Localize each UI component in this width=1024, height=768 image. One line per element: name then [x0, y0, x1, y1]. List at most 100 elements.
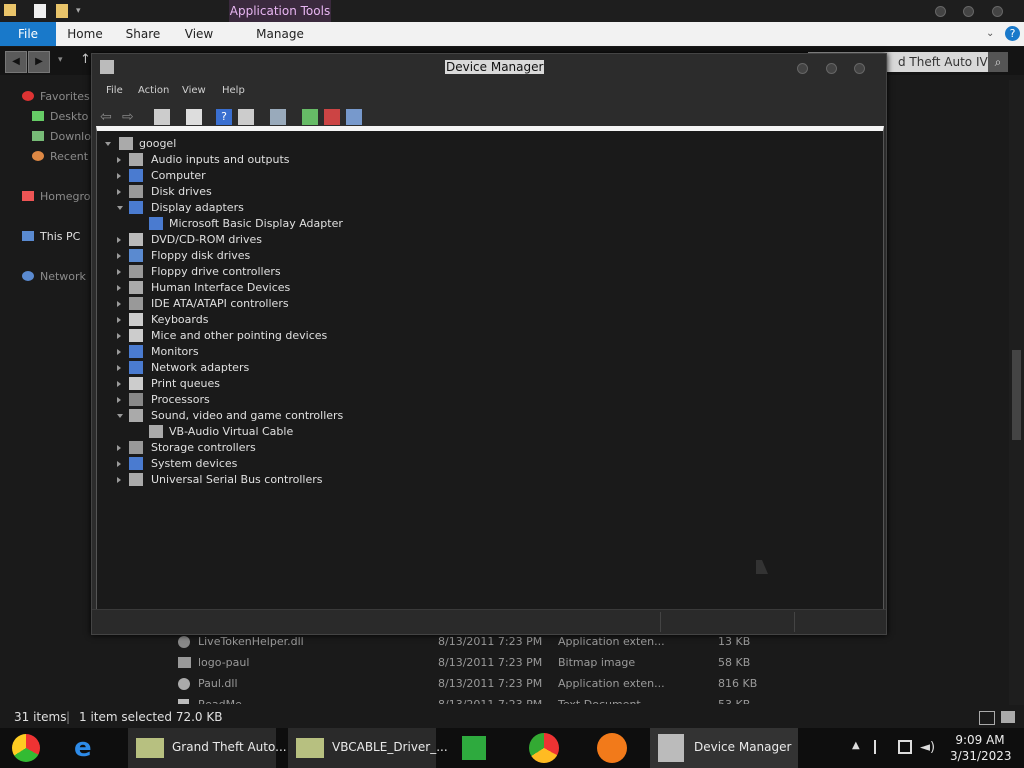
- tab-view[interactable]: View: [176, 22, 222, 46]
- help-icon[interactable]: ?: [1005, 26, 1020, 41]
- nav-item-network[interactable]: Network: [22, 270, 86, 283]
- scan-hardware-icon[interactable]: [270, 109, 286, 125]
- close-button[interactable]: [854, 63, 865, 74]
- nav-item-favorites[interactable]: Favorites: [22, 90, 90, 103]
- file-date: 8/13/2011 7:23 PM: [438, 656, 543, 669]
- ribbon-expand-icon[interactable]: ⌄: [986, 28, 994, 39]
- list-item[interactable]: logo-paul 8/13/2011 7:23 PM Bitmap image…: [170, 653, 770, 673]
- new-folder-icon[interactable]: [56, 4, 68, 18]
- nav-item-this-pc[interactable]: This PC: [22, 230, 80, 243]
- tree-category-label: Floppy disk drives: [151, 249, 251, 262]
- taskbar-item-device-manager[interactable]: Device Manager: [650, 728, 798, 768]
- taskbar-chrome[interactable]: [524, 728, 564, 768]
- up-arrow-icon[interactable]: ↑: [80, 52, 91, 67]
- forward-arrow-icon[interactable]: ⇨: [122, 109, 138, 125]
- mouse-icon: [129, 329, 143, 342]
- explorer-maximize-button[interactable]: [963, 6, 974, 17]
- nav-item-recent[interactable]: Recent p: [32, 150, 99, 163]
- taskbar-firefox[interactable]: [592, 728, 632, 768]
- taskbar-store[interactable]: [456, 728, 496, 768]
- floppy-controller-icon: [129, 265, 143, 278]
- network-status-icon[interactable]: [898, 740, 912, 754]
- explorer-scrollbar[interactable]: [1009, 80, 1024, 705]
- expand-icon[interactable]: [117, 285, 121, 291]
- details-view-icon[interactable]: [979, 711, 995, 725]
- uninstall-device-icon[interactable]: [324, 109, 340, 125]
- scrollbar-thumb[interactable]: [1012, 350, 1021, 440]
- expand-icon[interactable]: [117, 253, 121, 259]
- expand-icon[interactable]: [117, 397, 121, 403]
- bitmap-icon: [178, 657, 191, 668]
- tree-category-label: Network adapters: [151, 361, 250, 374]
- list-item[interactable]: ReadMe 8/13/2011 7:23 PM Text Document 5…: [170, 695, 770, 704]
- explorer-close-button[interactable]: [992, 6, 1003, 17]
- device-tree[interactable]: googel Audio inputs and outputs Computer D…: [96, 126, 884, 610]
- list-item[interactable]: Paul.dll 8/13/2011 7:23 PM Application e…: [170, 674, 770, 694]
- expand-icon[interactable]: [117, 445, 121, 451]
- enable-device-icon[interactable]: [346, 109, 362, 125]
- tab-home[interactable]: Home: [62, 22, 108, 46]
- menu-action[interactable]: Action: [138, 85, 169, 96]
- file-name: ReadMe: [198, 695, 242, 704]
- tab-manage[interactable]: Manage: [250, 22, 310, 46]
- expand-icon[interactable]: [117, 157, 121, 163]
- menu-file[interactable]: File: [106, 85, 123, 96]
- start-button[interactable]: [8, 728, 48, 768]
- tree-category-label: Storage controllers: [151, 441, 256, 454]
- search-icon[interactable]: ⌕: [988, 52, 1008, 72]
- expand-icon[interactable]: [117, 381, 121, 387]
- clock[interactable]: 9:09 AM 3/31/2023: [950, 732, 1012, 764]
- expand-icon[interactable]: [117, 477, 121, 483]
- collapse-icon[interactable]: [105, 142, 111, 146]
- display-adapter-icon: [129, 201, 143, 214]
- taskbar-internet-explorer[interactable]: e: [70, 728, 110, 768]
- large-icons-view-icon[interactable]: [1001, 711, 1015, 723]
- show-hidden-icons-icon[interactable]: ▲: [852, 740, 860, 751]
- file-size: 58 KB: [718, 656, 751, 669]
- taskbar-item-gta-folder[interactable]: Grand Theft Auto...: [128, 728, 287, 768]
- expand-icon[interactable]: [117, 301, 121, 307]
- minimize-button[interactable]: [797, 63, 808, 74]
- explorer-minimize-button[interactable]: [935, 6, 946, 17]
- show-hide-console-tree-icon[interactable]: [154, 109, 170, 125]
- nav-item-downloads[interactable]: Downlo: [32, 130, 91, 143]
- menu-view[interactable]: View: [182, 85, 206, 96]
- help-icon[interactable]: ?: [216, 109, 232, 125]
- downloads-icon: [32, 131, 44, 141]
- tab-file[interactable]: File: [0, 22, 56, 46]
- expand-icon[interactable]: [117, 461, 121, 467]
- root-label: googel: [139, 137, 177, 150]
- device-manager-title-bar[interactable]: Device Manager: [92, 54, 886, 81]
- back-arrow-icon[interactable]: ⇦: [100, 109, 116, 125]
- tab-share[interactable]: Share: [120, 22, 166, 46]
- expand-icon[interactable]: [117, 317, 121, 323]
- expand-icon[interactable]: [117, 269, 121, 275]
- recent-locations-icon[interactable]: ▾: [58, 55, 63, 65]
- taskbar-item-vbcable-folder[interactable]: VBCABLE_Driver_...: [288, 728, 448, 768]
- forward-button[interactable]: ▶: [28, 51, 50, 73]
- gear-icon: [178, 636, 190, 648]
- back-button[interactable]: ◀: [5, 51, 27, 73]
- properties-icon[interactable]: [34, 4, 46, 18]
- quick-access-dropdown-icon[interactable]: ▾: [76, 6, 81, 16]
- flag-icon[interactable]: [874, 740, 888, 754]
- properties-icon[interactable]: [186, 109, 202, 125]
- expand-icon[interactable]: [117, 365, 121, 371]
- nav-item-desktop[interactable]: Deskto: [32, 110, 88, 123]
- maximize-button[interactable]: [826, 63, 837, 74]
- collapse-icon[interactable]: [117, 414, 123, 418]
- list-item[interactable]: LiveTokenHelper.dll 8/13/2011 7:23 PM Ap…: [170, 632, 770, 652]
- expand-icon[interactable]: [117, 349, 121, 355]
- expand-icon[interactable]: [117, 237, 121, 243]
- expand-icon[interactable]: [117, 333, 121, 339]
- menu-help[interactable]: Help: [222, 85, 245, 96]
- device-manager-window: Device Manager File Action View Help ⇦ ⇨…: [91, 53, 887, 635]
- update-driver-icon[interactable]: [302, 109, 318, 125]
- action-pane-icon[interactable]: [238, 109, 254, 125]
- explorer-title-bar: ▾: [0, 0, 1024, 22]
- expand-icon[interactable]: [117, 173, 121, 179]
- nav-item-homegroup[interactable]: Homegro: [22, 190, 90, 203]
- volume-icon[interactable]: ◄): [920, 740, 935, 755]
- collapse-icon[interactable]: [117, 206, 123, 210]
- expand-icon[interactable]: [117, 189, 121, 195]
